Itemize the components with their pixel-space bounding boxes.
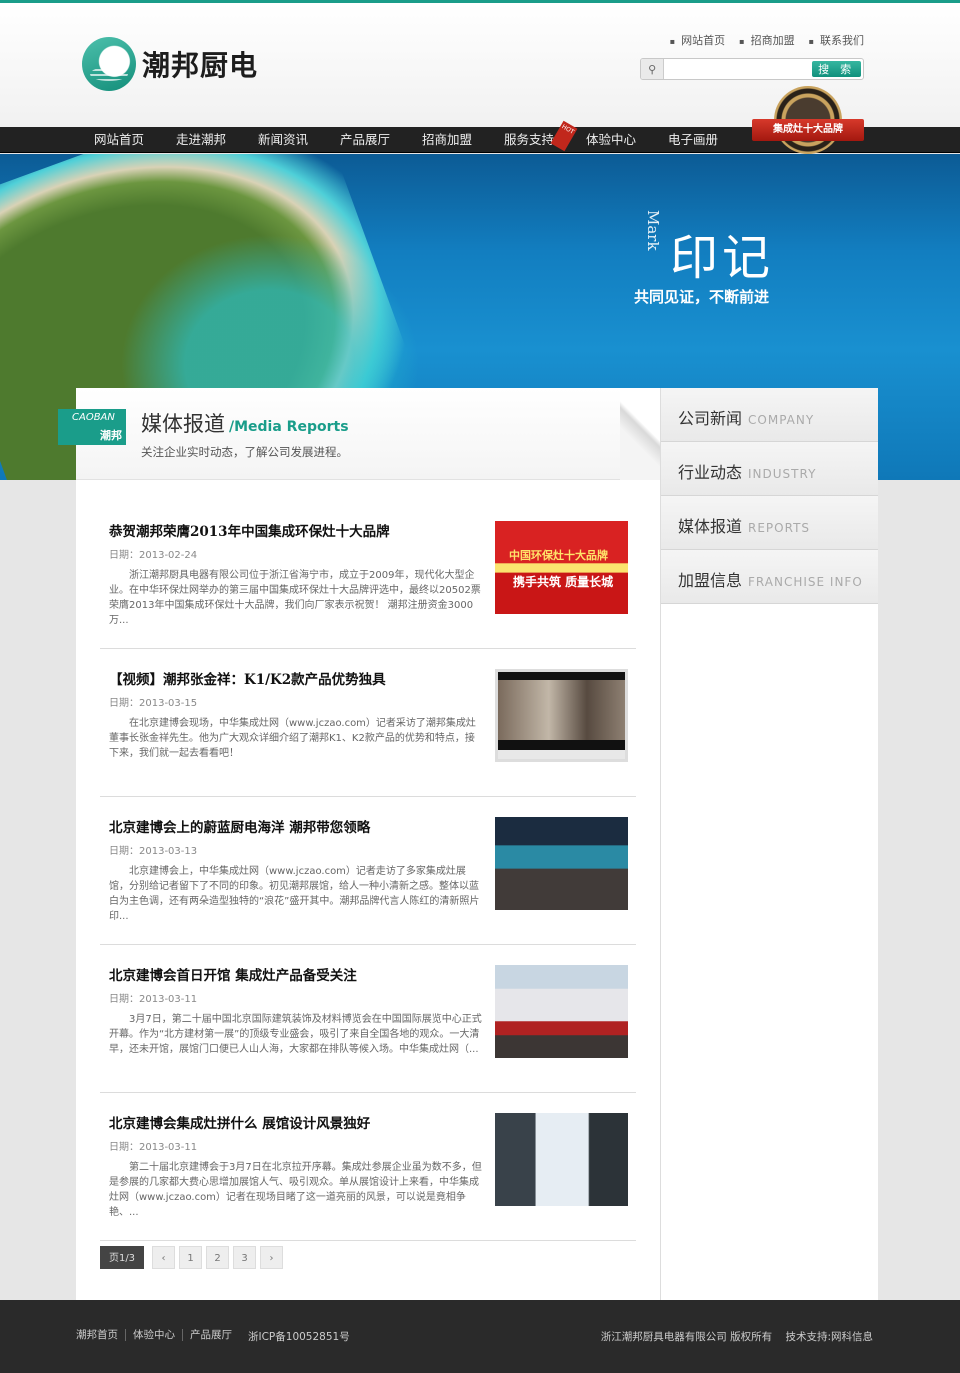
news-summary: 北京建博会上，中华集成灶网（www.jczao.com）记者走访了多家集成灶展馆… [109, 866, 480, 922]
page-3-button[interactable]: 3 [233, 1246, 256, 1269]
nav-item-experience[interactable]: 体验中心 [570, 127, 652, 153]
wave-logo-icon [82, 37, 136, 91]
news-thumbnail[interactable] [495, 817, 628, 910]
nav-item-products[interactable]: 产品展厅 [324, 127, 406, 153]
thumbnail-slogan: 携手共筑 质量长城 [513, 575, 614, 589]
footer-link-experience[interactable]: 体验中心 [125, 1329, 182, 1341]
banner-mark-en: Mark [644, 210, 662, 251]
sidebar-item-industry[interactable]: 行业动态 INDUSTRY [661, 442, 878, 496]
badge-ribbon: 集成灶十大品牌 [752, 119, 864, 141]
content-panel: CAOBAN 潮邦 媒体报道/Media Reports 关注企业实时动态，了解… [58, 388, 660, 1300]
page-title-en: /Media Reports [229, 419, 349, 435]
page-title-cn: 媒体报道 [141, 412, 225, 436]
footer-copyright: 浙江潮邦厨具电器有限公司 版权所有 技术支持:网科信息 [601, 1329, 873, 1344]
news-date: 日期：2013-03-13 [109, 846, 198, 857]
list-item[interactable]: 北京建博会首日开馆 集成灶产品备受关注 日期：2013-03-11 3月7日，第… [100, 945, 636, 1093]
news-thumbnail[interactable] [495, 965, 628, 1058]
logo[interactable]: 潮邦厨电 [82, 37, 258, 91]
news-title[interactable]: 【视频】潮邦张金祥：K1/K2款产品优势独具 [109, 668, 386, 688]
pagination: 页1/3 ‹ 1 2 3 › [100, 1246, 283, 1269]
sidebar-item-label: 行业动态 [678, 463, 743, 482]
sidebar-item-en: COMPANY [748, 413, 815, 427]
sidebar-item-en: FRANCHISE INFO [748, 575, 863, 589]
banner-subtitle: 共同见证，不断前进 [634, 288, 770, 306]
news-title[interactable]: 北京建博会集成灶拼什么 展馆设计风景独好 [109, 1112, 370, 1132]
news-summary: 第二十届北京建博会于3月7日在北京拉开序幕。集成灶参展企业虽为数不多，但是参展的… [109, 1162, 482, 1218]
banner-title: 印记 [670, 230, 775, 286]
search-icon: ⚲ [641, 59, 665, 79]
brand-tag: CAOBAN 潮邦 [58, 409, 126, 445]
top-links: 网站首页 招商加盟 联系我们 [670, 32, 864, 48]
news-summary: 在北京建博会现场，中华集成灶网（www.jczao.com）记者采访了潮邦集成灶… [109, 718, 476, 759]
sidebar-item-en: REPORTS [748, 521, 811, 535]
section-description: 关注企业实时动态，了解公司发展进程。 [141, 445, 348, 459]
footer-icp[interactable]: 浙ICP备10052851号 [248, 1329, 350, 1344]
news-date: 日期：2013-03-11 [109, 994, 198, 1005]
sidebar-item-franchise[interactable]: 加盟信息 FRANCHISE INFO [661, 550, 878, 604]
brand-name: 潮邦厨电 [142, 49, 259, 82]
news-date: 日期：2013-03-15 [109, 698, 198, 709]
news-title[interactable]: 北京建博会上的蔚蓝厨电海洋 潮邦带您领略 [109, 816, 370, 836]
toplink-home[interactable]: 网站首页 [670, 32, 725, 48]
toplink-franchise[interactable]: 招商加盟 [739, 32, 795, 48]
footer-link-products[interactable]: 产品展厅 [182, 1329, 239, 1341]
news-title[interactable]: 恭贺潮邦荣膺2013年中国集成环保灶十大品牌 [109, 520, 390, 540]
toplink-contact[interactable]: 联系我们 [809, 32, 864, 48]
page-2-button[interactable]: 2 [206, 1246, 229, 1269]
sidebar-item-label: 加盟信息 [678, 571, 743, 590]
news-thumbnail[interactable] [495, 1113, 628, 1206]
nav-item-home[interactable]: 网站首页 [78, 127, 160, 153]
tech-support-text[interactable]: 技术支持:网科信息 [785, 1331, 873, 1343]
search-box: ⚲ 搜 索 [640, 58, 864, 80]
video-player-bar [498, 750, 625, 759]
nav-item-about[interactable]: 走进潮邦 [160, 127, 242, 153]
copyright-text: 浙江潮邦厨具电器有限公司 版权所有 [600, 1331, 773, 1343]
news-list: 恭贺潮邦荣膺2013年中国集成环保灶十大品牌 日期：2013-02-24 浙江潮… [100, 501, 636, 1241]
sidebar-item-label: 媒体报道 [678, 517, 743, 536]
page-title: 媒体报道/Media Reports [141, 408, 349, 438]
section-header: CAOBAN 潮邦 媒体报道/Media Reports 关注企业实时动态，了解… [58, 388, 660, 480]
list-item[interactable]: 北京建博会集成灶拼什么 展馆设计风景独好 日期：2013-03-11 第二十届北… [100, 1093, 636, 1241]
sidebar-item-reports[interactable]: 媒体报道 REPORTS [661, 496, 878, 550]
news-date: 日期：2013-03-11 [109, 1142, 198, 1153]
page-info: 页1/3 [100, 1246, 144, 1269]
brand-tag-cn: 潮邦 [100, 429, 122, 442]
sidebar-item-label: 公司新闻 [678, 409, 743, 428]
search-button[interactable]: 搜 索 [812, 61, 861, 77]
list-item[interactable]: 恭贺潮邦荣膺2013年中国集成环保灶十大品牌 日期：2013-02-24 浙江潮… [100, 501, 636, 649]
news-summary: 3月7日，第二十届中国北京国际建筑装饰及材料博览会在中国国际展览中心正式开幕。作… [109, 1014, 482, 1055]
news-thumbnail[interactable]: 中国环保灶十大品牌 携手共筑 质量长城 [495, 521, 628, 614]
footer-link-home[interactable]: 潮邦首页 [76, 1329, 125, 1341]
top10-brand-badge: 集成灶十大品牌 [752, 86, 864, 166]
list-item[interactable]: 【视频】潮邦张金祥：K1/K2款产品优势独具 日期：2013-03-15 在北京… [100, 649, 636, 797]
brand-tag-en: CAOBAN [72, 412, 115, 423]
video-thumbnail[interactable] [495, 669, 628, 762]
news-summary: 浙江潮邦厨具电器有限公司位于浙江省海宁市，成立于2009年，现代化大型企业。在中… [109, 570, 481, 626]
footer: 潮邦首页 体验中心 产品展厅 浙ICP备10052851号 浙江潮邦厨具电器有限… [0, 1300, 960, 1373]
next-page-button[interactable]: › [260, 1246, 283, 1269]
news-date: 日期：2013-02-24 [109, 550, 198, 561]
footer-links: 潮邦首页 体验中心 产品展厅 [76, 1329, 239, 1341]
sidebar: 公司新闻 COMPANY 行业动态 INDUSTRY 媒体报道 REPORTS 加盟信… [660, 388, 878, 1300]
nav-item-news[interactable]: 新闻资讯 [242, 127, 324, 153]
prev-page-button[interactable]: ‹ [152, 1246, 175, 1269]
nav-item-franchise[interactable]: 招商加盟 [406, 127, 488, 153]
news-title[interactable]: 北京建博会首日开馆 集成灶产品备受关注 [109, 964, 357, 984]
nav-item-ebook[interactable]: 电子画册 [652, 127, 734, 153]
search-input[interactable] [664, 59, 813, 79]
sidebar-item-en: INDUSTRY [748, 467, 817, 481]
sidebar-item-company[interactable]: 公司新闻 COMPANY [661, 388, 878, 442]
page-curl-decoration [620, 388, 660, 480]
video-frame [498, 680, 625, 740]
list-item[interactable]: 北京建博会上的蔚蓝厨电海洋 潮邦带您领略 日期：2013-03-13 北京建博会… [100, 797, 636, 945]
thumbnail-caption: 中国环保灶十大品牌 [509, 549, 608, 562]
page-1-button[interactable]: 1 [179, 1246, 202, 1269]
